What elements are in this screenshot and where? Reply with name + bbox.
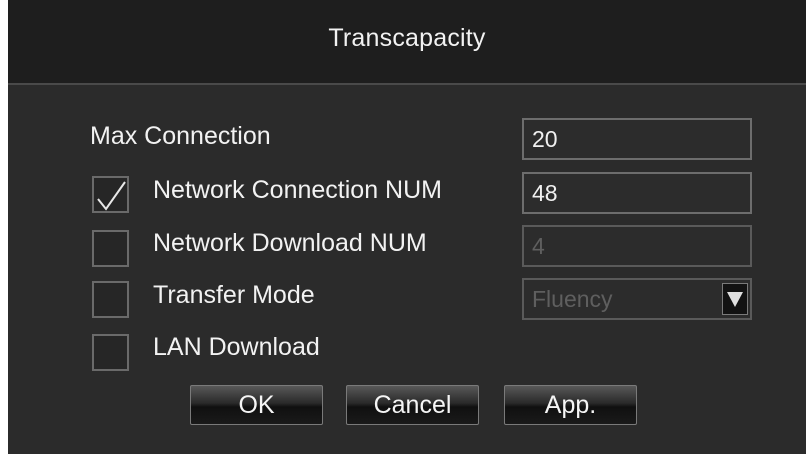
lan-download-label: LAN Download bbox=[153, 333, 320, 361]
network-download-num-checkbox[interactable] bbox=[92, 230, 129, 267]
transcapacity-dialog: Transcapacity Max Connection 20 Network … bbox=[8, 0, 806, 454]
transfer-mode-checkbox[interactable] bbox=[92, 281, 129, 318]
ok-button[interactable]: OK bbox=[190, 385, 323, 425]
max-connection-field[interactable]: 20 bbox=[522, 118, 752, 160]
transfer-mode-value: Fluency bbox=[532, 286, 613, 312]
dropdown-arrow-icon bbox=[722, 283, 748, 315]
network-connection-num-field[interactable]: 48 bbox=[522, 172, 752, 214]
dialog-title: Transcapacity bbox=[328, 24, 486, 52]
max-connection-label: Max Connection bbox=[90, 122, 271, 150]
network-connection-num-label: Network Connection NUM bbox=[153, 176, 442, 204]
network-download-num-label: Network Download NUM bbox=[153, 229, 427, 257]
dialog-titlebar: Transcapacity bbox=[8, 0, 806, 85]
lan-download-checkbox[interactable] bbox=[92, 334, 129, 371]
checkmark-icon bbox=[97, 181, 126, 211]
transfer-mode-label: Transfer Mode bbox=[153, 281, 315, 309]
transfer-mode-select: Fluency bbox=[522, 278, 752, 320]
network-connection-num-checkbox[interactable] bbox=[92, 176, 129, 213]
apply-button[interactable]: App. bbox=[504, 385, 637, 425]
network-download-num-field: 4 bbox=[522, 225, 752, 267]
cancel-button[interactable]: Cancel bbox=[346, 385, 479, 425]
